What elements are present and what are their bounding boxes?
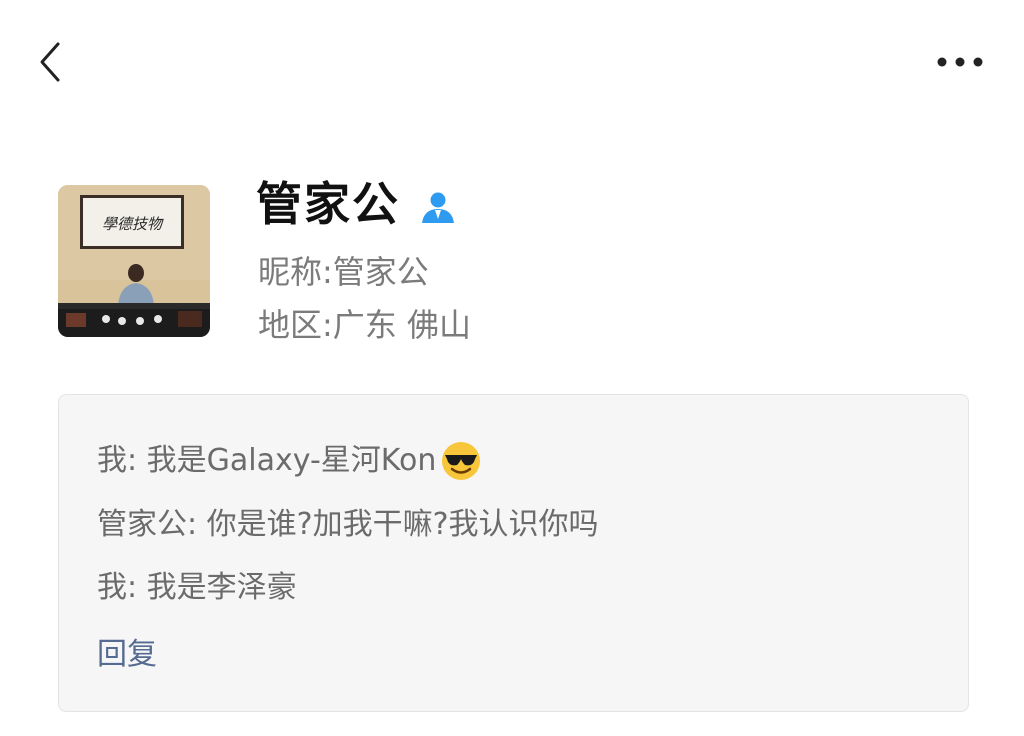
nickname-label: 昵称:管家公 bbox=[258, 253, 429, 291]
name-row: 管家公 bbox=[256, 172, 456, 236]
calligraphy-text: 學德技物 bbox=[102, 215, 164, 233]
chevron-left-icon bbox=[40, 42, 60, 82]
more-horizontal-icon bbox=[937, 57, 983, 67]
message-text: 管家公: 你是谁?加我干嘛?我认识你吗 bbox=[97, 507, 599, 542]
reply-link[interactable]: 回复 bbox=[97, 635, 157, 675]
profile-name: 管家公 bbox=[256, 177, 400, 231]
more-button[interactable] bbox=[930, 44, 990, 80]
message-item: 管家公: 你是谁?加我干嘛?我认识你吗 bbox=[97, 505, 599, 545]
avatar[interactable]: 學德技物 bbox=[58, 185, 210, 337]
message-history-box: 我: 我是Galaxy-星河Kon 管家公: 你是谁?加我干嘛?我认识你吗 我:… bbox=[58, 394, 969, 712]
message-item: 我: 我是Galaxy-星河Kon bbox=[97, 440, 482, 482]
back-button[interactable] bbox=[36, 38, 68, 86]
message-text: 我: 我是李泽豪 bbox=[97, 570, 297, 605]
region-label: 地区:广东 佛山 bbox=[258, 306, 471, 344]
person-icon bbox=[422, 192, 454, 223]
smiling-face-with-sunglasses-icon bbox=[442, 442, 481, 480]
message-item: 我: 我是李泽豪 bbox=[97, 568, 297, 608]
profile-photo: 學德技物 bbox=[58, 185, 210, 337]
message-text: 我: 我是Galaxy-星河Kon bbox=[97, 443, 437, 478]
friend-request-page: 學德技物 管家公 昵称:管家公 地区:广东 佛山 我: 我是Galaxy-星河K bbox=[0, 0, 1024, 736]
